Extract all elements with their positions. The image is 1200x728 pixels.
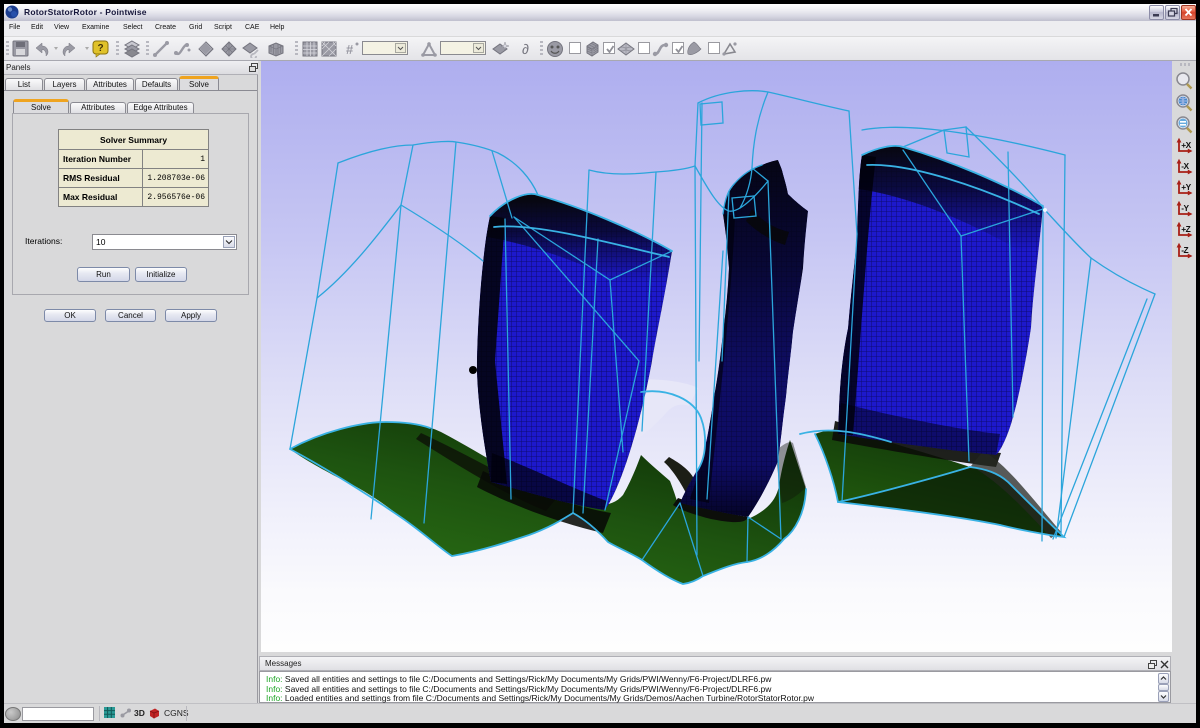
svg-text:-Z: -Z [1181,245,1188,255]
svg-text:-Y: -Y [1181,203,1189,213]
svg-text:+Z: +Z [1181,224,1190,234]
svg-text:+Y: +Y [1181,182,1191,192]
svg-text:∂: ∂ [522,41,529,57]
svg-text:+X: +X [1181,140,1191,150]
svg-text:#: # [346,42,354,57]
svg-text:?: ? [97,43,103,54]
svg-text:-X: -X [1181,161,1189,171]
